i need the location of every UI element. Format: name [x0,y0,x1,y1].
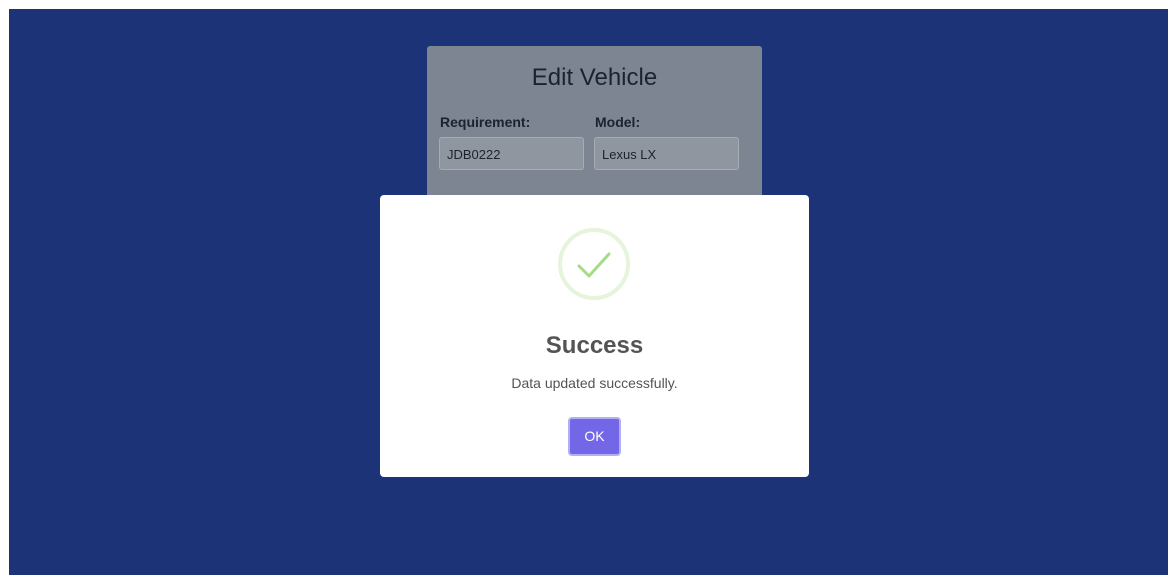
requirement-input[interactable]: JDB0222 [439,137,584,170]
model-label: Model: [595,114,641,130]
page-background: Edit Vehicle Requirement: JDB0222 Model:… [9,9,1168,575]
checkmark-icon [558,228,630,300]
ok-button[interactable]: OK [568,417,621,456]
success-dialog: Success Data updated successfully. OK [380,195,809,477]
dialog-message: Data updated successfully. [511,375,678,391]
form-title: Edit Vehicle [531,64,658,91]
model-input[interactable]: Lexus LX [594,137,739,170]
requirement-label: Requirement: [440,114,531,130]
dialog-title: Success [545,332,644,359]
